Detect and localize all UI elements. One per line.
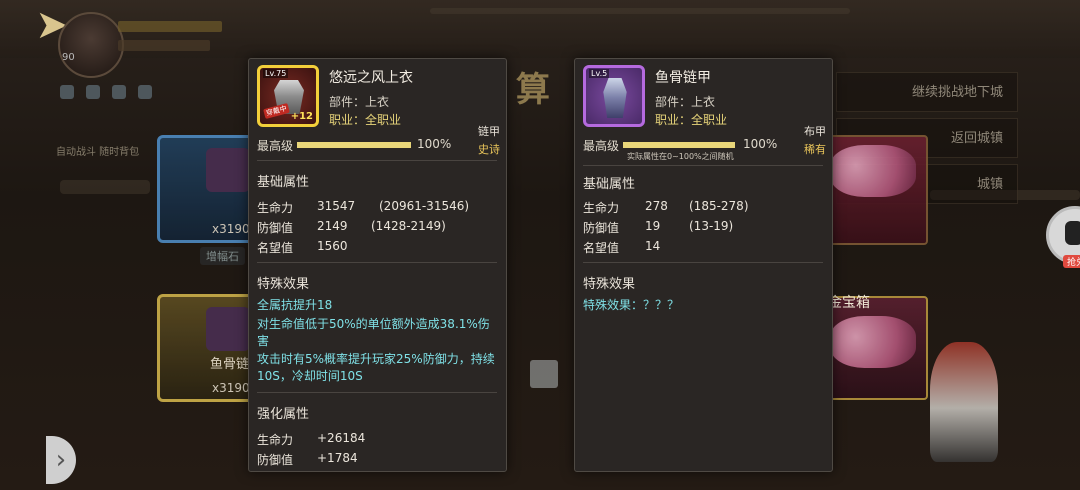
max-level-bar-fill	[297, 142, 411, 148]
stat-name: 防御值	[257, 221, 294, 235]
reward-tag: 增幅石	[200, 247, 245, 265]
stat-range: (13-19)	[689, 219, 734, 233]
effect-line: 对生命值低于50%的单位额外造成38.1%伤害	[257, 317, 490, 348]
divider	[257, 392, 497, 393]
item-rarity: 稀有	[804, 143, 826, 156]
max-level-percent: 100%	[417, 137, 452, 151]
base-stats-title: 基础属性	[257, 175, 310, 190]
stat-range: (1428-2149)	[371, 219, 446, 233]
game-background: ➤ 90 自动战斗 随时背包 结 算 x3190 增幅石 鱼骨链 x3190 继…	[0, 0, 1080, 490]
bear-item-icon	[206, 148, 250, 192]
stat-value: 278	[645, 199, 668, 213]
reward-card-gold[interactable]: 鱼骨链 x3190	[157, 294, 259, 402]
lion-mascot	[930, 342, 998, 462]
item-level-badge: Lv.5	[589, 69, 610, 78]
tiktok-button[interactable]: 抢兑	[1046, 206, 1080, 268]
stat-value: 1560	[317, 239, 348, 253]
stat-name: 防御值	[583, 221, 620, 235]
continue-dungeon-button[interactable]: 继续挑战地下城	[836, 72, 1018, 112]
reward-count: x3190	[212, 381, 250, 395]
epic-armor-icon: Lv.75 穿戴中 +12	[257, 65, 319, 127]
rare-armor-icon: Lv.5	[583, 65, 645, 127]
armor-icon	[603, 78, 627, 118]
item-class: 职业：全职业	[329, 113, 402, 127]
item-name: 悠远之风上衣	[329, 70, 413, 86]
divider	[583, 262, 823, 263]
pipe-decoration	[430, 8, 850, 14]
armor-item-icon	[206, 307, 250, 351]
item-class: 职业：全职业	[655, 113, 728, 127]
max-level-label: 最高级	[257, 139, 294, 153]
stat-name: 生命力	[257, 201, 294, 215]
max-level-percent: 100%	[743, 137, 778, 151]
max-level-bar	[297, 142, 411, 148]
special-effect-title: 特殊效果	[257, 277, 310, 292]
player-level: 90	[62, 52, 75, 63]
player-avatar[interactable]	[58, 12, 124, 78]
reward-chest-card[interactable]	[818, 135, 928, 245]
stat-value: 31547	[317, 199, 356, 213]
enhance-level: +12	[290, 111, 313, 122]
max-level-label: 最高级	[583, 139, 620, 153]
effect-line: 特殊效果：？？？	[583, 298, 680, 312]
item-tooltip-equipped: Lv.75 穿戴中 +12 悠远之风上衣 部件：上衣 职业：全职业 链甲 史诗 …	[248, 58, 507, 472]
player-hp-bar	[118, 21, 222, 32]
player-mp-bar	[118, 40, 210, 51]
divider	[583, 165, 823, 166]
tiktok-tag: 抢兑	[1063, 255, 1080, 268]
reward-name: 鱼骨链	[210, 357, 250, 372]
stat-value: +1784	[317, 451, 358, 465]
effect-line: 攻击时有5%概率提升玩家25%防御力，持续10S，冷却时间10S	[257, 352, 495, 383]
stat-name: 防御值	[257, 453, 294, 467]
item-level-badge: Lv.75	[263, 69, 289, 78]
max-level-bar-fill	[623, 142, 735, 148]
item-slot: 部件：上衣	[329, 95, 390, 109]
tiktok-logo-icon	[1065, 221, 1080, 245]
gem-pile-icon	[830, 316, 916, 368]
reward-card-blue[interactable]: x3190	[157, 135, 259, 243]
gem-pile-icon	[830, 145, 916, 197]
status-icons	[60, 84, 170, 100]
stat-value: 2149	[317, 219, 348, 233]
divider	[257, 160, 497, 161]
stat-value: 19	[645, 219, 661, 233]
stat-range: (20961-31546)	[379, 199, 470, 213]
item-name: 鱼骨链甲	[655, 70, 711, 86]
random-hint: 实际属性在0~100%之间随机	[627, 152, 734, 161]
item-slot: 部件：上衣	[655, 95, 716, 109]
stat-value: +26184	[317, 431, 366, 445]
armor-type: 布甲	[804, 125, 826, 138]
base-stats-title: 基础属性	[583, 177, 636, 192]
auto-battle-text[interactable]: 自动战斗 随时背包	[56, 143, 139, 158]
stat-name: 生命力	[583, 201, 620, 215]
reward-count: x3190	[212, 222, 250, 236]
stat-name: 生命力	[257, 433, 294, 447]
gold-box-label: 金宝箱	[828, 295, 870, 311]
stat-range: (185-278)	[689, 199, 749, 213]
divider	[257, 262, 497, 263]
max-level-bar	[623, 142, 735, 148]
stat-name: 名望值	[583, 241, 620, 255]
expand-arrow-icon[interactable]: ›	[46, 436, 76, 484]
special-effect-title: 特殊效果	[583, 277, 636, 292]
item-tooltip-new: Lv.5 鱼骨链甲 部件：上衣 职业：全职业 布甲 稀有 最高级 100% 实际…	[574, 58, 833, 472]
stat-name: 名望值	[257, 241, 294, 255]
item-rarity: 史诗	[478, 143, 500, 156]
armor-type: 链甲	[478, 125, 500, 138]
enhance-stats-title: 强化属性	[257, 407, 310, 422]
pipe-decoration	[60, 180, 150, 194]
effect-line: 全属抗提升18	[257, 298, 333, 312]
inventory-box-icon	[530, 360, 558, 388]
equipped-badge: 穿戴中	[263, 102, 290, 120]
stat-value: 14	[645, 239, 661, 253]
